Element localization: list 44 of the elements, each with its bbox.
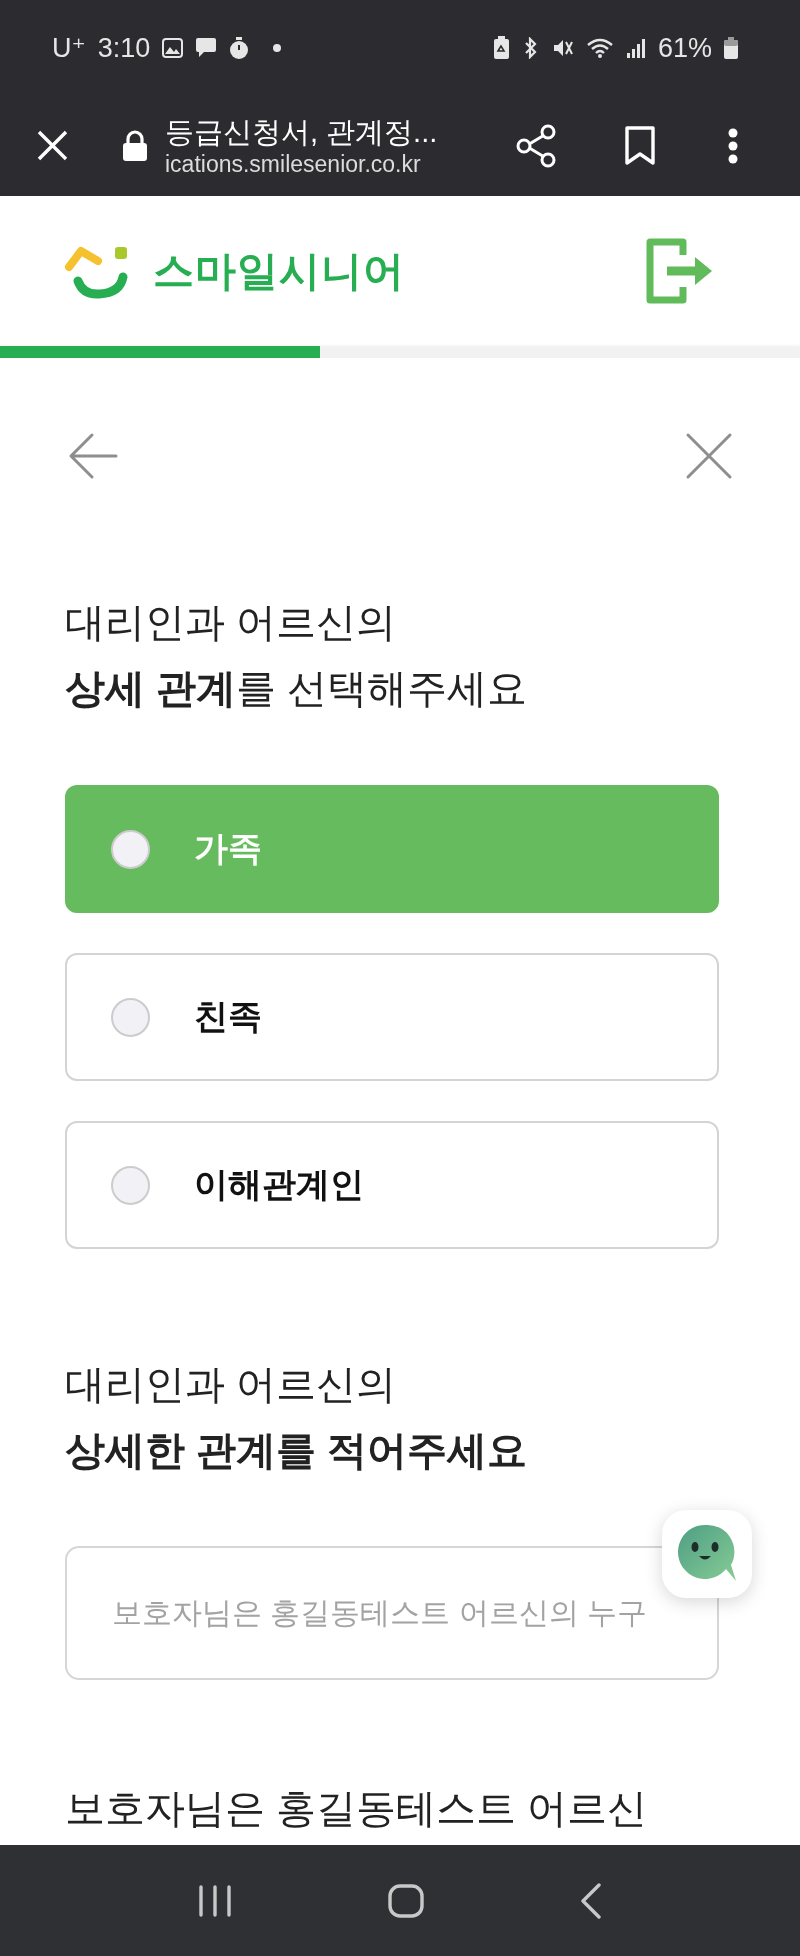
close-button[interactable]: [685, 432, 733, 480]
logo-text: 스마일시니어: [153, 246, 405, 296]
page-title: 등급신청서, 관계정...: [165, 114, 439, 150]
lock-icon: [122, 129, 148, 162]
relation-input[interactable]: 보호자님은 홍길동테스트 어르신의 누구: [65, 1546, 719, 1680]
close-tab-button[interactable]: [37, 130, 68, 161]
share-icon: [515, 123, 557, 168]
carrier-text: U⁺: [52, 31, 86, 64]
back-arrow-icon: [68, 432, 118, 480]
chatbot-button[interactable]: [662, 1510, 752, 1598]
home-button[interactable]: [388, 1883, 424, 1918]
recent-apps-icon: [198, 1884, 232, 1917]
question-heading: 대리인과 어르신의 상세 관계를 선택해주세요: [65, 599, 529, 712]
image-icon: [162, 37, 184, 58]
close-icon: [685, 432, 733, 480]
radio-icon: [111, 829, 150, 869]
home-icon: [388, 1883, 424, 1918]
relation-option[interactable]: 이해관계인: [65, 1121, 719, 1249]
dot-icon: [273, 43, 282, 52]
back-chevron-icon: [580, 1882, 602, 1919]
question-heading: 대리인과 어르신의 상세한 관계를 적어주세요: [65, 1361, 529, 1474]
signal-icon: [625, 37, 646, 58]
battery-percent-text: 61%: [657, 31, 712, 64]
page-url: ications.smilesenior.co.kr: [165, 149, 422, 178]
battery-recycle-icon: [492, 35, 510, 60]
bookmark-icon: [625, 125, 655, 166]
radio-icon: [111, 1165, 150, 1205]
close-icon: [37, 130, 68, 161]
battery-icon: [724, 36, 738, 59]
bookmark-button[interactable]: [625, 125, 655, 166]
back-button[interactable]: [68, 432, 118, 480]
more-menu-icon: [727, 127, 739, 164]
stopwatch-icon: [229, 36, 250, 59]
relation-option[interactable]: 친족: [65, 953, 719, 1081]
exit-door-icon: [645, 237, 713, 305]
more-menu-button[interactable]: [727, 127, 739, 164]
back-nav-button[interactable]: [580, 1882, 602, 1919]
question-heading: 보호자님은 홍길동테스트 어르신: [65, 1785, 649, 1832]
chat-bubble-icon: [195, 37, 218, 58]
wifi-icon: [585, 36, 614, 59]
time-text: 3:10: [97, 31, 151, 64]
recent-apps-button[interactable]: [198, 1884, 232, 1917]
share-button[interactable]: [515, 123, 557, 168]
radio-icon: [111, 997, 150, 1037]
